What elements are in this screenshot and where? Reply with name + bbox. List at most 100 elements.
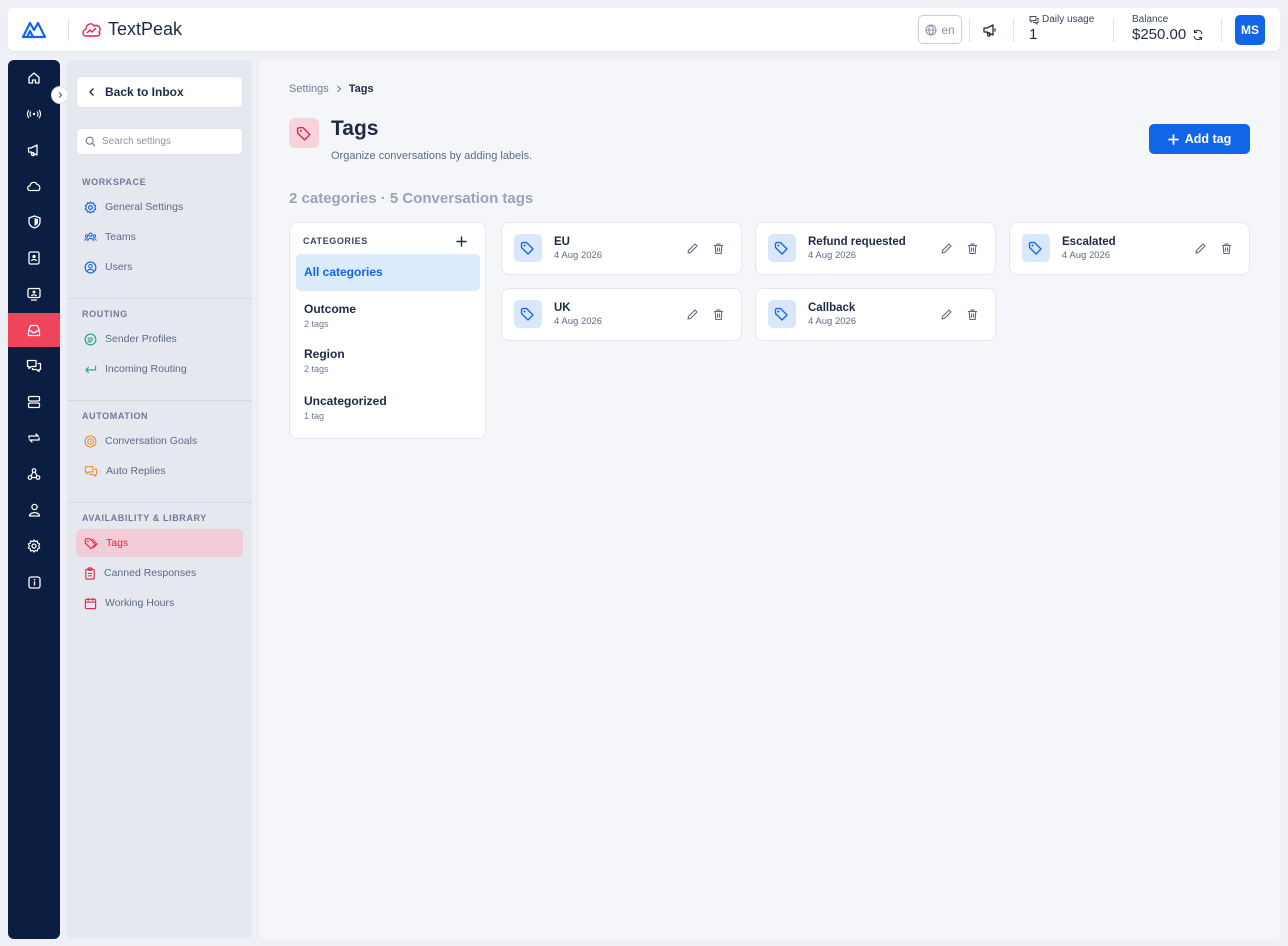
- sidebar-item-label: General Settings: [105, 201, 184, 213]
- category-count: 2 tags: [304, 364, 329, 374]
- trash-icon[interactable]: [712, 242, 725, 255]
- pencil-icon[interactable]: [686, 242, 699, 255]
- team-icon: [84, 231, 97, 244]
- page-subtitle: Organize conversations by adding labels.: [331, 150, 533, 162]
- back-to-inbox-button[interactable]: Back to Inbox: [76, 76, 243, 108]
- sidebar-item-conversation-goals[interactable]: Conversation Goals: [76, 427, 243, 455]
- tag-icon: [84, 537, 98, 550]
- tag-icon: [514, 234, 542, 262]
- tag-icon: [514, 300, 542, 328]
- sidebar-item-label: Users: [105, 261, 133, 273]
- pencil-icon[interactable]: [686, 308, 699, 321]
- user-circle-icon: [84, 261, 97, 274]
- tag-card-callback[interactable]: Callback 4 Aug 2026: [755, 288, 996, 341]
- category-name: Region: [304, 347, 345, 361]
- tag-card-escalated[interactable]: Escalated 4 Aug 2026: [1009, 222, 1250, 275]
- sidebar-item-teams[interactable]: Teams: [76, 223, 243, 251]
- app-logo-icon[interactable]: [21, 19, 47, 39]
- sidebar-item-canned-responses[interactable]: Canned Responses: [76, 559, 243, 587]
- server-icon[interactable]: [8, 385, 60, 419]
- add-tag-button[interactable]: Add tag: [1149, 124, 1250, 154]
- chevron-right-icon: [56, 91, 64, 99]
- settings-search[interactable]: [76, 128, 243, 155]
- divider: [1221, 18, 1222, 42]
- sidebar-item-auto-replies[interactable]: Auto Replies: [76, 457, 243, 485]
- language-selector[interactable]: en: [918, 15, 962, 44]
- chevron-right-icon: [335, 85, 343, 93]
- contact-book-icon[interactable]: [8, 241, 60, 275]
- trash-icon[interactable]: [1220, 242, 1233, 255]
- categories-header: CATEGORIES: [303, 236, 368, 246]
- brand-name: TextPeak: [108, 19, 183, 39]
- user-avatar[interactable]: MS: [1235, 15, 1265, 45]
- sidebar-item-incoming-routing[interactable]: Incoming Routing: [76, 355, 243, 383]
- category-name: All categories: [304, 265, 383, 279]
- gear-icon[interactable]: [8, 529, 60, 563]
- category-name: Uncategorized: [304, 394, 387, 408]
- plus-icon: [1167, 133, 1179, 145]
- user-icon[interactable]: [8, 493, 60, 527]
- tag-date: 4 Aug 2026: [1062, 250, 1111, 261]
- tag-icon: [768, 300, 796, 328]
- tag-date: 4 Aug 2026: [554, 316, 603, 327]
- tag-name: EU: [554, 236, 570, 248]
- category-count: 1 tag: [304, 411, 325, 421]
- breadcrumb: Settings Tags: [289, 83, 374, 95]
- back-to-inbox-label: Back to Inbox: [105, 85, 184, 99]
- pencil-icon[interactable]: [940, 242, 953, 255]
- cloud-icon[interactable]: [8, 169, 60, 203]
- tag-date: 4 Aug 2026: [808, 250, 857, 261]
- category-outcome[interactable]: Outcome 2 tags: [296, 302, 480, 340]
- tag-card-uk[interactable]: UK 4 Aug 2026: [501, 288, 742, 341]
- tag-card-eu[interactable]: EU 4 Aug 2026: [501, 222, 742, 275]
- add-category-button[interactable]: [453, 233, 469, 249]
- tag-icon: [1022, 234, 1050, 262]
- sidebar-item-label: Conversation Goals: [105, 435, 198, 447]
- language-code: en: [941, 22, 955, 37]
- sidebar-item-label: Working Hours: [105, 597, 175, 609]
- pencil-icon[interactable]: [940, 308, 953, 321]
- chat-icon[interactable]: [8, 349, 60, 383]
- calendar-icon: [84, 597, 97, 610]
- sidebar-item-sender-profiles[interactable]: Sender Profiles: [76, 325, 243, 353]
- sidebar-item-tags[interactable]: Tags: [76, 529, 243, 557]
- chat-icon: [1029, 15, 1039, 25]
- category-all[interactable]: All categories: [296, 254, 480, 291]
- return-arrow-icon: [84, 363, 97, 376]
- breadcrumb-settings[interactable]: Settings: [289, 83, 329, 95]
- sidebar-item-users[interactable]: Users: [76, 253, 243, 281]
- pencil-icon[interactable]: [1194, 242, 1207, 255]
- trash-icon[interactable]: [966, 308, 979, 321]
- gear-icon: [84, 200, 97, 214]
- info-icon[interactable]: [8, 565, 60, 599]
- shield-icon[interactable]: [8, 205, 60, 239]
- balance: Balance $250.00: [1132, 14, 1204, 43]
- inbox-icon[interactable]: [8, 313, 60, 347]
- category-uncategorized[interactable]: Uncategorized 1 tag: [296, 394, 480, 432]
- sidebar-item-label: Auto Replies: [106, 465, 166, 477]
- category-region[interactable]: Region 2 tags: [296, 347, 480, 385]
- tags-summary: 2 categories · 5 Conversation tags: [289, 190, 534, 207]
- globe-icon: [925, 24, 937, 36]
- search-input[interactable]: [102, 136, 232, 147]
- section-title-automation: AUTOMATION: [82, 411, 149, 421]
- divider: [1013, 18, 1014, 42]
- webhook-icon[interactable]: [8, 457, 60, 491]
- tag-card-refund-requested[interactable]: Refund requested 4 Aug 2026: [755, 222, 996, 275]
- refresh-icon[interactable]: [1192, 29, 1204, 41]
- announcements-icon[interactable]: [982, 22, 998, 38]
- trash-icon[interactable]: [712, 308, 725, 321]
- balance-value: $250.00: [1132, 26, 1187, 43]
- daily-usage: Daily usage 1: [1029, 14, 1094, 43]
- megaphone-icon[interactable]: [8, 133, 60, 167]
- balance-label: Balance: [1132, 14, 1169, 25]
- sidebar-item-general-settings[interactable]: General Settings: [76, 193, 243, 221]
- trash-icon[interactable]: [966, 242, 979, 255]
- transfer-icon[interactable]: [8, 421, 60, 455]
- broadcast-icon[interactable]: [8, 97, 60, 131]
- sidebar-item-label: Sender Profiles: [105, 333, 177, 345]
- tag-name: Escalated: [1062, 236, 1116, 248]
- sidebar-item-label: Canned Responses: [104, 567, 197, 579]
- sidebar-item-working-hours[interactable]: Working Hours: [76, 589, 243, 617]
- contact-card-icon[interactable]: [8, 277, 60, 311]
